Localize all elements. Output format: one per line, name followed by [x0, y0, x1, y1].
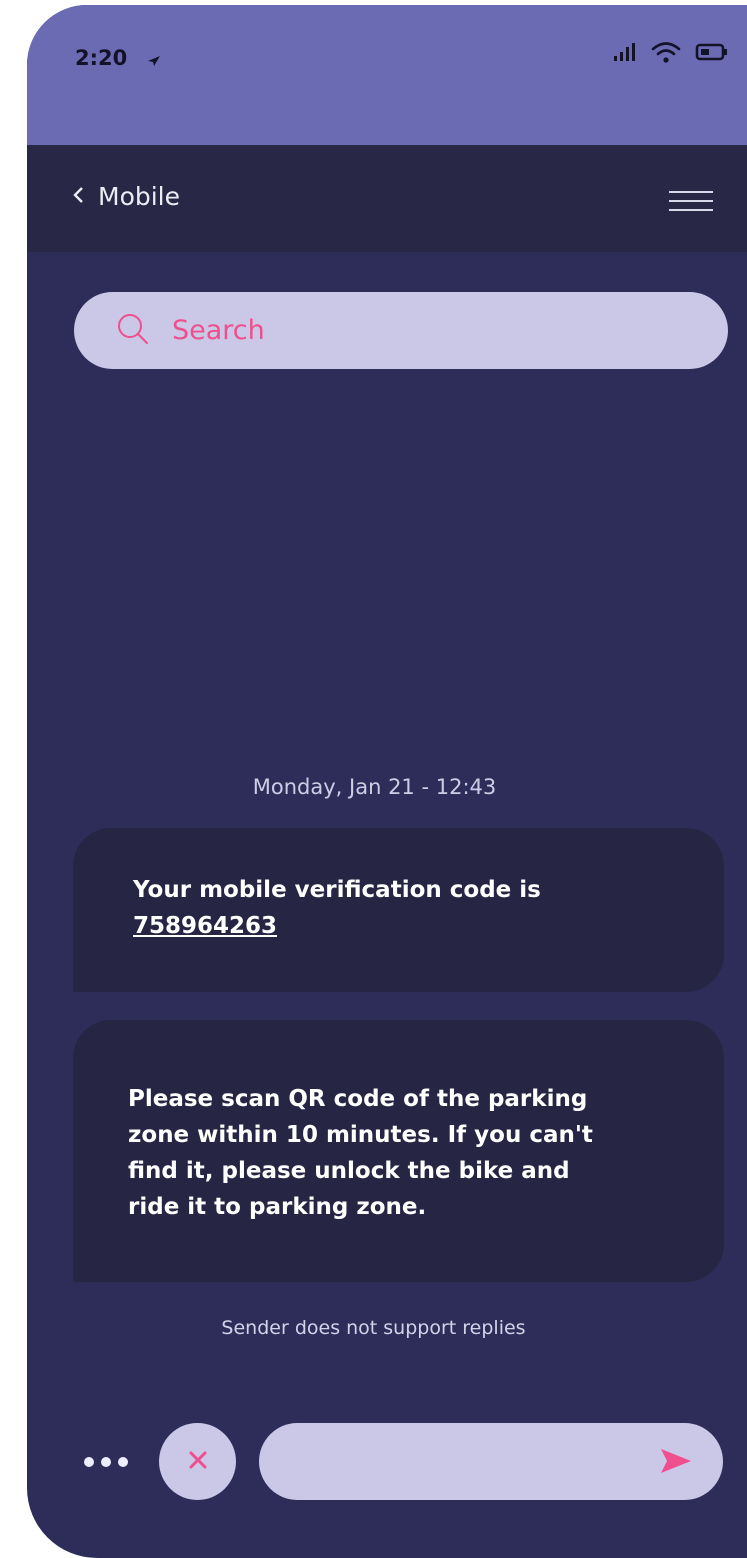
phone-screen: 2:20 Mobile Search Monday, Jan 21 - 12:4… — [27, 5, 747, 1558]
close-icon — [188, 1450, 208, 1474]
message-bubble: Please scan QR code of the parking zone … — [73, 1020, 724, 1282]
message-bubble: Your mobile verification code is 7589642… — [73, 828, 724, 992]
search-bar[interactable]: Search — [74, 292, 728, 369]
location-arrow-icon — [147, 52, 161, 71]
message-text: Please scan QR code of the parking zone … — [128, 1086, 593, 1220]
wifi-icon — [651, 40, 681, 68]
reply-input[interactable] — [259, 1423, 723, 1500]
message-text: Your mobile verification code is — [133, 877, 541, 903]
search-input[interactable]: Search — [172, 315, 265, 346]
status-time: 2:20 — [75, 46, 128, 70]
navbar: Mobile — [27, 145, 747, 252]
status-icons — [613, 40, 729, 68]
chevron-left-icon — [72, 185, 84, 209]
hamburger-menu-icon[interactable] — [669, 191, 713, 215]
more-dots-icon[interactable] — [84, 1457, 128, 1467]
back-button[interactable]: Mobile — [72, 182, 180, 211]
no-replies-note: Sender does not support replies — [221, 1317, 526, 1339]
signal-icon — [613, 42, 637, 66]
close-button[interactable] — [159, 1423, 236, 1500]
send-icon[interactable] — [659, 1447, 693, 1479]
search-icon — [116, 312, 150, 350]
conversation-date: Monday, Jan 21 - 12:43 — [252, 775, 497, 799]
nav-title: Mobile — [98, 182, 181, 211]
battery-icon — [695, 42, 729, 66]
verification-code-link[interactable]: 758964263 — [133, 908, 277, 944]
status-bar: 2:20 — [27, 5, 747, 145]
